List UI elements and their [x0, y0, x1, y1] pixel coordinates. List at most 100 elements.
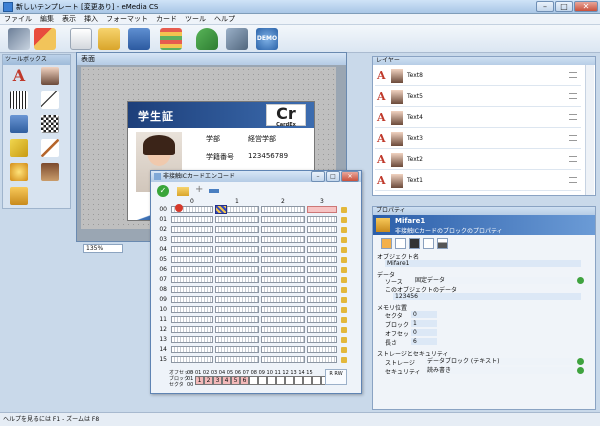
lock-icon[interactable] [341, 287, 347, 293]
memory-block-cell[interactable] [307, 206, 337, 213]
lock-icon[interactable] [341, 347, 347, 353]
hex-byte[interactable]: 1 [195, 376, 204, 385]
memory-block-cell[interactable] [307, 236, 337, 243]
memory-block-cell[interactable] [261, 356, 305, 363]
memory-block-cell[interactable] [171, 316, 213, 323]
card-stack-icon[interactable] [160, 28, 182, 50]
source-action-icon[interactable] [577, 277, 584, 284]
memory-block-cell[interactable] [261, 276, 305, 283]
memory-block-cell[interactable] [171, 216, 213, 223]
drag-handle-icon[interactable] [569, 177, 577, 183]
hex-byte[interactable] [249, 376, 258, 385]
memory-block-cell[interactable] [261, 266, 305, 273]
minimize-button[interactable]: – [536, 1, 554, 12]
memory-block-cell[interactable] [307, 276, 337, 283]
hex-byte[interactable]: 4 [222, 376, 231, 385]
memory-block-cell[interactable] [215, 346, 259, 353]
memory-block-cell[interactable] [215, 246, 259, 253]
card-logo[interactable]: Cr CardEx [266, 104, 306, 128]
block-field[interactable]: 1 [411, 320, 437, 327]
storage-field[interactable]: データブロック (テキスト) [425, 358, 573, 365]
lock-icon[interactable] [341, 337, 347, 343]
memory-block-cell[interactable] [171, 296, 213, 303]
memory-block-cell[interactable] [171, 226, 213, 233]
rectangle-tool-icon[interactable] [10, 139, 28, 157]
layer-item[interactable]: A Text5 [375, 87, 581, 107]
memory-block-cell[interactable] [215, 276, 259, 283]
new-file-icon[interactable] [70, 28, 92, 50]
layer-scrollbar[interactable] [585, 65, 594, 195]
close-button[interactable]: ✕ [574, 1, 598, 12]
drag-handle-icon[interactable] [569, 135, 577, 141]
lock-icon[interactable] [341, 307, 347, 313]
lock-icon[interactable] [341, 247, 347, 253]
memory-block-cell[interactable] [215, 256, 259, 263]
photo-tool-icon[interactable] [41, 67, 59, 85]
dept-value[interactable]: 経営学部 [248, 134, 276, 144]
length-field[interactable]: 6 [411, 338, 437, 345]
memory-block-cell[interactable] [171, 336, 213, 343]
memory-block-cell[interactable] [261, 346, 305, 353]
memory-block-cell[interactable] [261, 246, 305, 253]
memory-block-cell[interactable] [261, 306, 305, 313]
offset-field[interactable]: 0 [411, 329, 437, 336]
read-write-mode[interactable]: R RW [325, 369, 347, 385]
print-icon[interactable] [196, 28, 218, 50]
memory-block-cell[interactable] [307, 296, 337, 303]
memory-block-cell[interactable] [171, 256, 213, 263]
selected-block-marker[interactable] [215, 205, 227, 214]
memory-block-cell[interactable] [171, 356, 213, 363]
menu-view[interactable]: 表示 [58, 14, 80, 25]
memory-block-cell[interactable] [215, 216, 259, 223]
layer-item[interactable]: A Text8 [375, 66, 581, 86]
text-tool-icon[interactable]: A [10, 67, 28, 85]
memory-block-cell[interactable] [307, 316, 337, 323]
menu-help[interactable]: ヘルプ [210, 14, 239, 25]
menu-edit[interactable]: 編集 [36, 14, 58, 25]
memory-block-cell[interactable] [261, 316, 305, 323]
objdata-field[interactable]: 123456 [393, 293, 581, 300]
lock-icon[interactable] [341, 277, 347, 283]
memory-block-cell[interactable] [171, 246, 213, 253]
memory-block-cell[interactable] [307, 356, 337, 363]
tab-effect-icon[interactable] [437, 238, 448, 249]
object-name-field[interactable]: Mifare1 [385, 260, 581, 267]
memory-block-cell[interactable] [261, 326, 305, 333]
memory-block-cell[interactable] [307, 226, 337, 233]
memory-block-cell[interactable] [307, 256, 337, 263]
memory-block-cell[interactable] [261, 286, 305, 293]
add-icon[interactable]: + [195, 185, 203, 195]
memory-block-cell[interactable] [261, 206, 305, 213]
menu-tools[interactable]: ツール [181, 14, 210, 25]
memory-block-cell[interactable] [171, 236, 213, 243]
hex-byte[interactable] [285, 376, 294, 385]
open-icon[interactable] [177, 187, 189, 196]
memory-block-cell[interactable] [215, 326, 259, 333]
memory-block-cell[interactable] [307, 306, 337, 313]
security-action-icon[interactable] [577, 367, 584, 374]
pointer-tool-icon[interactable] [8, 28, 30, 50]
drag-handle-icon[interactable] [569, 93, 577, 99]
layer-item[interactable]: A Text1 [375, 171, 581, 191]
memory-block-cell[interactable] [171, 306, 213, 313]
memory-block-cell[interactable] [261, 216, 305, 223]
sector-field[interactable]: 0 [411, 311, 437, 318]
memory-block-cell[interactable] [215, 316, 259, 323]
memory-block-cell[interactable] [171, 276, 213, 283]
source-field[interactable]: 固定データ [413, 277, 573, 284]
ellipse-tool-icon[interactable] [10, 163, 28, 181]
hex-byte[interactable]: 3 [213, 376, 222, 385]
memory-block-cell[interactable] [307, 266, 337, 273]
memory-block-cell[interactable] [171, 346, 213, 353]
lock-icon[interactable] [341, 227, 347, 233]
memory-block-cell[interactable] [215, 306, 259, 313]
maximize-button[interactable]: □ [555, 1, 573, 12]
lock-icon[interactable] [341, 317, 347, 323]
dialog-close-button[interactable]: ✕ [341, 171, 359, 182]
dept-label[interactable]: 学部 [206, 134, 220, 144]
memory-block-cell[interactable] [171, 286, 213, 293]
tab-border-icon[interactable] [423, 238, 434, 249]
drag-handle-icon[interactable] [569, 72, 577, 78]
memory-block-cell[interactable] [171, 266, 213, 273]
student-id-label[interactable]: 学籍番号 [206, 152, 234, 162]
